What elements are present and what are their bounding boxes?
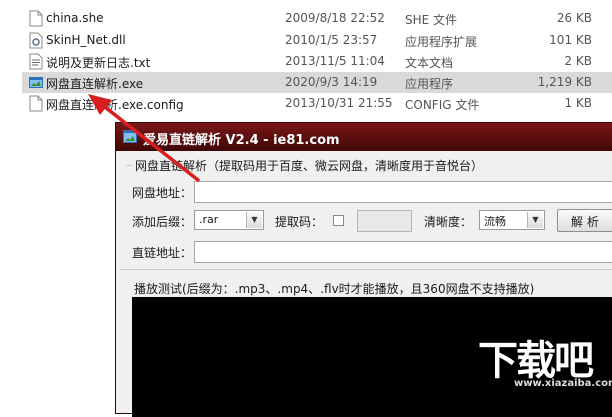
file-type: SHE 文件: [405, 13, 458, 27]
section-divider: [120, 269, 612, 270]
direct-link-output[interactable]: [194, 241, 612, 263]
file-row-china-she[interactable]: china.she 2009/8/18 22:52 SHE 文件 26 KB: [22, 8, 612, 29]
file-name: china.she: [46, 11, 104, 25]
file-size: 26 KB: [556, 11, 592, 25]
netdisk-url-input[interactable]: [194, 181, 612, 203]
clarity-label: 清晰度：: [424, 215, 473, 229]
file-size: 101 KB: [549, 33, 592, 47]
suffix-select[interactable]: .rar ▼: [194, 210, 264, 230]
app-exe-icon: [29, 77, 43, 88]
netdisk-label: 网盘地址：: [132, 186, 193, 200]
file-row-app-exe[interactable]: 网盘直连解析.exe 2020/9/3 14:19 应用程序 1,219 KB: [22, 72, 612, 93]
clarity-select[interactable]: 流畅 ▼: [479, 210, 545, 230]
text-file-icon: [29, 53, 43, 70]
direct-link-label: 直链地址：: [132, 246, 193, 260]
config-file-icon: [29, 95, 43, 112]
code-input[interactable]: [357, 210, 412, 232]
suffix-label: 添加后缀：: [132, 215, 193, 229]
chevron-down-icon[interactable]: ▼: [527, 212, 543, 228]
file-type: 应用程序扩展: [405, 35, 478, 49]
file-date: 2009/8/18 22:52: [285, 11, 385, 25]
dll-gear-icon: [29, 32, 43, 49]
file-name: 网盘直连解析.exe.config: [46, 98, 184, 112]
title-bar[interactable]: 爱易直链解析 V2.4 - ie81.com: [116, 123, 612, 151]
playback-title: 播放测试(后缀为：.mp3、.mp4、.flv时才能播放，且360网盘不支持播放…: [134, 282, 535, 296]
file-size: 1 KB: [564, 96, 592, 110]
file-date: 2010/1/5 23:57: [285, 33, 378, 47]
suffix-value: .rar: [199, 213, 219, 226]
file-date: 2013/11/5 11:04: [285, 54, 385, 68]
parse-button[interactable]: 解 析: [557, 209, 612, 232]
file-row-skinh-dll[interactable]: SkinH_Net.dll 2010/1/5 23:57 应用程序扩展 101 …: [22, 30, 612, 51]
file-name: SkinH_Net.dll: [46, 33, 126, 47]
file-date: 2013/10/31 21:55: [285, 96, 393, 110]
watermark-url: www.xiazaiba.com: [514, 378, 612, 389]
file-name: 网盘直连解析.exe: [46, 77, 144, 91]
file-type: CONFIG 文件: [405, 98, 480, 112]
chevron-down-icon[interactable]: ▼: [246, 212, 262, 228]
watermark-logo: 下载吧 www.xiazaiba.com: [478, 328, 612, 391]
file-name: 说明及更新日志.txt: [46, 56, 151, 70]
file-size: 2 KB: [564, 54, 592, 68]
clarity-value: 流畅: [484, 215, 506, 228]
document-icon: [29, 10, 43, 27]
file-size: 1,219 KB: [537, 75, 592, 89]
file-date: 2020/9/3 14:19: [285, 75, 378, 89]
file-type: 文本文档: [405, 56, 454, 70]
app-exe-icon: [123, 130, 137, 143]
group-title: 网盘直链解析（提取码用于百度、微云网盘，清晰度用于音悦台）: [135, 159, 484, 173]
file-row-changelog-txt[interactable]: 说明及更新日志.txt 2013/11/5 11:04 文本文档 2 KB: [22, 51, 612, 72]
group-divider: [126, 165, 132, 166]
code-label: 提取码：: [275, 215, 324, 229]
file-row-exe-config[interactable]: 网盘直连解析.exe.config 2013/10/31 21:55 CONFI…: [22, 93, 612, 114]
code-checkbox[interactable]: [333, 215, 344, 226]
window-title: 爱易直链解析 V2.4 - ie81.com: [143, 133, 340, 148]
file-type: 应用程序: [405, 77, 454, 91]
